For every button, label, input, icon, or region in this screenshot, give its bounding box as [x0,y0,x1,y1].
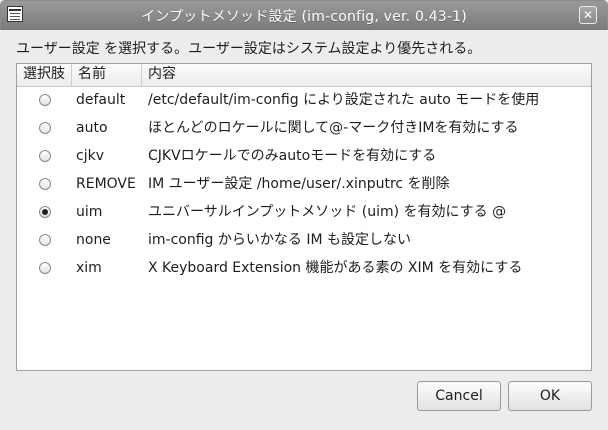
window-title: インプットメソッド設定 (im-config, ver. 0.43-1) [141,9,467,25]
row-name: auto [76,120,108,136]
row-name: none [76,232,111,248]
row-description: ほとんどのロケールに関して@-マーク付きIMを有効にする [148,120,519,136]
column-header-description[interactable]: 内容 [142,64,591,86]
row-name: xim [76,260,102,276]
row-name: REMOVE [76,176,136,192]
im-list[interactable]: 選択肢 名前 内容 default /etc/default/im-config… [16,63,592,371]
radio-button[interactable] [39,234,51,246]
column-header: 選択肢 名前 内容 [17,64,591,87]
instruction-text: ユーザー設定 を選択する。ユーザー設定はシステム設定より優先される。 [16,41,482,57]
row-description: X Keyboard Extension 機能がある素の XIM を有効にする [148,260,523,276]
list-row-remove[interactable]: REMOVE IM ユーザー設定 /home/user/.xinputrc を削… [17,170,591,198]
row-name: uim [76,204,103,220]
list-row-none[interactable]: none im-config からいかなる IM も設定しない [17,226,591,254]
title-bar[interactable]: インプットメソッド設定 (im-config, ver. 0.43-1) ✕ [0,0,608,30]
radio-button[interactable] [39,150,51,162]
row-description: ユニバーサルインプットメソッド (uim) を有効にする @ [148,204,507,220]
column-header-name[interactable]: 名前 [72,64,142,86]
row-description: im-config からいかなる IM も設定しない [148,232,411,248]
column-header-choice[interactable]: 選択肢 [17,64,72,86]
radio-button[interactable] [39,178,51,190]
radio-button[interactable] [39,94,51,106]
row-name: default [76,92,126,108]
list-row-uim[interactable]: uim ユニバーサルインプットメソッド (uim) を有効にする @ [17,198,591,226]
close-button[interactable]: ✕ [579,6,597,24]
row-description: IM ユーザー設定 /home/user/.xinputrc を削除 [148,176,450,192]
radio-button[interactable] [39,122,51,134]
cancel-button[interactable]: Cancel [417,381,501,411]
ok-button[interactable]: OK [508,381,592,411]
row-name: cjkv [76,148,104,164]
list-row-default[interactable]: default /etc/default/im-config により設定された … [17,86,591,114]
radio-button[interactable] [39,262,51,274]
list-row-cjkv[interactable]: cjkv CJKVロケールでのみautoモードを有効にする [17,142,591,170]
row-description: /etc/default/im-config により設定された auto モード… [148,92,540,108]
list-row-xim[interactable]: xim X Keyboard Extension 機能がある素の XIM を有効… [17,254,591,282]
list-row-auto[interactable]: auto ほとんどのロケールに関して@-マーク付きIMを有効にする [17,114,591,142]
row-description: CJKVロケールでのみautoモードを有効にする [148,148,437,164]
radio-button-selected[interactable] [39,206,51,218]
